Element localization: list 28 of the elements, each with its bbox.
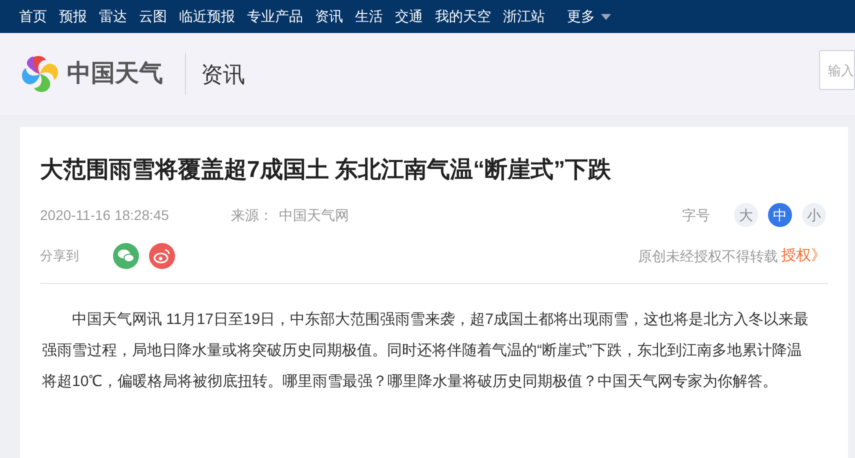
nav-link[interactable]: 预报 bbox=[59, 6, 87, 27]
caret-icon bbox=[601, 14, 611, 20]
nav-link[interactable]: 我的天空 bbox=[435, 6, 491, 27]
weibo-icon[interactable] bbox=[149, 243, 175, 269]
source-name: 中国天气网 bbox=[278, 206, 349, 224]
source-label: 来源： bbox=[230, 206, 273, 224]
nav-link[interactable]: 专业产品 bbox=[247, 6, 303, 27]
nav-link[interactable]: 首页 bbox=[19, 6, 47, 27]
nav-link[interactable]: 雷达 bbox=[99, 6, 127, 27]
pinwheel-logo-icon bbox=[20, 54, 60, 94]
font-size-button[interactable]: 中 bbox=[768, 203, 792, 227]
nav-link[interactable]: 临近预报 bbox=[179, 6, 235, 27]
nav-link[interactable]: 交通 bbox=[395, 6, 423, 27]
article-title: 大范围雨雪将覆盖超7成国土 东北江南气温“断崖式”下跌 bbox=[40, 155, 612, 184]
publish-date: 2020-11-16 18:28:45 bbox=[40, 206, 169, 224]
copyright-notice: 原创未经授权不得转载 bbox=[638, 246, 778, 266]
nav-link[interactable]: 生活 bbox=[355, 6, 383, 27]
nav-link[interactable]: 浙江站 bbox=[503, 6, 545, 27]
article-paragraph: 中国天气网讯 11月17日至19日，中东部大范围强雨雪来袭，超7成国土都将出现雨雪，这也将是北方入冬以来最强雨雪过程，局地日降水量或将突破历史同期极值。同时还将伴随着气温的“断崖式”下跌，东北到江南多地累计降温将超10℃，偏暖格局将被彻底扭转。哪里雨雪最强？哪里降水量将破历史同期极值？中国天气网专家为你解答。 bbox=[41, 310, 810, 392]
search-field[interactable]: 输入 bbox=[819, 50, 855, 90]
more-menu[interactable]: 更多 bbox=[567, 6, 611, 27]
nav-link[interactable]: 云图 bbox=[139, 6, 167, 27]
nav-link[interactable]: 资讯 bbox=[315, 6, 343, 27]
section-title: 资讯 bbox=[201, 60, 245, 88]
share-label: 分享到 bbox=[40, 247, 79, 266]
font-size-label: 字号 bbox=[682, 206, 710, 224]
wechat-icon[interactable] bbox=[113, 243, 139, 269]
logo-text: 中国天气 bbox=[67, 59, 163, 89]
